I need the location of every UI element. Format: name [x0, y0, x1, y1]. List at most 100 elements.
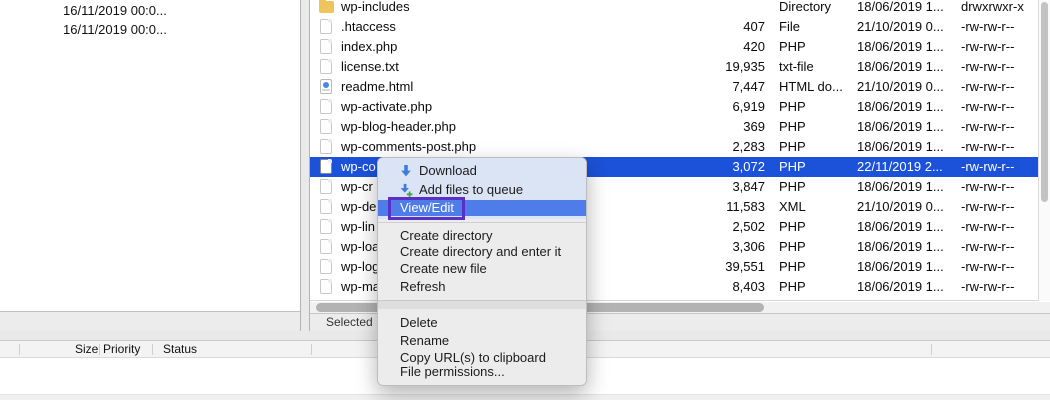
- local-file-list-panel: 16/11/2019 00:0...16/11/2019 00:0...: [0, 0, 301, 331]
- file-row[interactable]: wp-blog-header.php369PHP18/06/2019 1...-…: [310, 117, 1038, 137]
- file-row[interactable]: readme.html7,447HTML do...21/10/2019 0..…: [310, 77, 1038, 97]
- local-list-row[interactable]: 16/11/2019 00:0...: [0, 20, 300, 39]
- queue-header-divider: [152, 344, 153, 355]
- html-file-icon: [319, 79, 335, 95]
- local-status-bar: [0, 311, 300, 331]
- file-type: txt-file: [779, 57, 814, 77]
- file-type: PHP: [779, 217, 806, 237]
- file-modified: 18/06/2019 1...: [857, 217, 944, 237]
- menu-item-label: Add files to queue: [419, 180, 523, 199]
- local-list-row[interactable]: 16/11/2019 00:0...: [0, 1, 300, 20]
- file-row[interactable]: .htaccess 407 File 21/10/2019 0... -rw-rw-r-…: [310, 17, 1038, 37]
- vertical-scrollbar[interactable]: [1038, 0, 1050, 301]
- file-permissions: -rw-rw-r--: [961, 237, 1014, 257]
- file-name: wp-loa: [341, 237, 379, 257]
- file-name: .htaccess: [341, 17, 396, 37]
- file-modified: 18/06/2019 1...: [857, 97, 944, 117]
- file-name: wp-ma: [341, 277, 380, 297]
- file-icon: [319, 139, 335, 155]
- file-name: index.php: [341, 37, 397, 57]
- file-permissions: -rw-rw-r--: [961, 77, 1014, 97]
- menu-item-label: Create directory and enter it: [400, 244, 561, 259]
- file-type: File: [779, 17, 800, 37]
- file-size: 2,502: [640, 217, 765, 237]
- file-size: 420: [640, 37, 765, 57]
- file-permissions: -rw-rw-r--: [961, 277, 1014, 297]
- file-row[interactable]: index.php420PHP18/06/2019 1...-rw-rw-r--: [310, 37, 1038, 57]
- file-name: wp-lin: [341, 217, 375, 237]
- file-permissions: -rw-rw-r--: [961, 97, 1014, 117]
- file-modified: 18/06/2019 1...: [857, 0, 944, 17]
- menu-item-create-new-file[interactable]: Create new file: [378, 261, 586, 277]
- vertical-scrollbar-thumb[interactable]: [1041, 2, 1048, 202]
- file-modified: 18/06/2019 1...: [857, 257, 944, 277]
- menu-item-file-permissions[interactable]: File permissions...: [378, 364, 586, 380]
- queue-header-divider: [19, 344, 20, 355]
- file-permissions: -rw-rw-r--: [961, 177, 1014, 197]
- file-modified: 18/06/2019 1...: [857, 117, 944, 137]
- file-name: wp-log: [341, 257, 379, 277]
- selection-status-text: Selected 1: [326, 315, 383, 329]
- file-type: PHP: [779, 157, 806, 177]
- file-size: 369: [640, 117, 765, 137]
- file-icon: [319, 39, 335, 55]
- file-icon: [319, 159, 335, 175]
- file-size: 11,583: [640, 197, 765, 217]
- file-size: 407: [640, 17, 765, 37]
- file-name: wp-co: [341, 157, 376, 177]
- file-type: XML: [779, 197, 806, 217]
- queue-column-header-status[interactable]: Status: [163, 341, 197, 357]
- file-size: 39,551: [640, 257, 765, 277]
- file-icon: [319, 259, 335, 275]
- file-size: 2,283: [640, 137, 765, 157]
- menu-item-create-directory[interactable]: Create directory: [378, 228, 586, 244]
- menu-item-label: Refresh: [400, 279, 446, 294]
- queue-column-header-priority[interactable]: Priority: [103, 341, 140, 357]
- local-file-list[interactable]: 16/11/2019 00:0...16/11/2019 00:0...: [0, 0, 300, 310]
- file-size: 3,306: [640, 237, 765, 257]
- menu-item-create-directory-and-enter-it[interactable]: Create directory and enter it: [378, 244, 586, 260]
- file-row[interactable]: wp-comments-post.php2,283PHP18/06/2019 1…: [310, 137, 1038, 157]
- file-size: 6,919: [640, 97, 765, 117]
- menu-item-label: Rename: [400, 333, 449, 348]
- queue-footer: [0, 394, 1050, 400]
- file-modified: 21/10/2019 0...: [857, 17, 944, 37]
- menu-item-download[interactable]: Download: [378, 161, 586, 180]
- file-permissions: drwxrwxr-x: [961, 0, 1024, 17]
- file-modified: 18/06/2019 1...: [857, 37, 944, 57]
- file-name: wp-de: [341, 197, 376, 217]
- menu-item-label: View/Edit: [400, 200, 454, 215]
- menu-item-delete[interactable]: Delete: [378, 315, 586, 331]
- file-type: PHP: [779, 117, 806, 137]
- file-permissions: -rw-rw-r--: [961, 17, 1014, 37]
- file-icon: [319, 19, 335, 35]
- file-modified: 21/10/2019 0...: [857, 77, 944, 97]
- file-permissions: -rw-rw-r--: [961, 157, 1014, 177]
- file-permissions: -rw-rw-r--: [961, 57, 1014, 77]
- file-size: 3,847: [640, 177, 765, 197]
- file-icon: [319, 99, 335, 115]
- file-modified: 21/10/2019 0...: [857, 197, 944, 217]
- file-row[interactable]: license.txt19,935txt-file18/06/2019 1...…: [310, 57, 1038, 77]
- menu-item-label: Download: [419, 161, 477, 180]
- menu-item-view-edit[interactable]: View/Edit: [378, 200, 586, 216]
- file-type: PHP: [779, 277, 806, 297]
- menu-item-rename[interactable]: Rename: [378, 333, 586, 349]
- folder-icon: [319, 0, 335, 15]
- file-row[interactable]: wp-includesDirectory18/06/2019 1...drwxr…: [310, 0, 1038, 17]
- file-row[interactable]: wp-activate.php 6,919 PHP 18/06/2019 1... -r…: [310, 97, 1038, 117]
- file-type: PHP: [779, 97, 806, 117]
- menu-separator: [378, 300, 586, 309]
- file-name: wp-activate.php: [341, 97, 432, 117]
- file-size: 3,072: [640, 157, 765, 177]
- menu-item-refresh[interactable]: Refresh: [378, 279, 586, 295]
- queue-column-header-size[interactable]: Size: [75, 341, 98, 357]
- menu-item-add-files-to-queue[interactable]: Add files to queue: [378, 180, 586, 199]
- file-modified: 18/06/2019 1...: [857, 237, 944, 257]
- file-name: wp-cr: [341, 177, 373, 197]
- file-type: HTML do...: [779, 77, 843, 97]
- file-permissions: -rw-rw-r--: [961, 137, 1014, 157]
- file-modified: 22/11/2019 2...: [857, 157, 943, 177]
- file-permissions: -rw-rw-r--: [961, 117, 1014, 137]
- file-type: PHP: [779, 37, 806, 57]
